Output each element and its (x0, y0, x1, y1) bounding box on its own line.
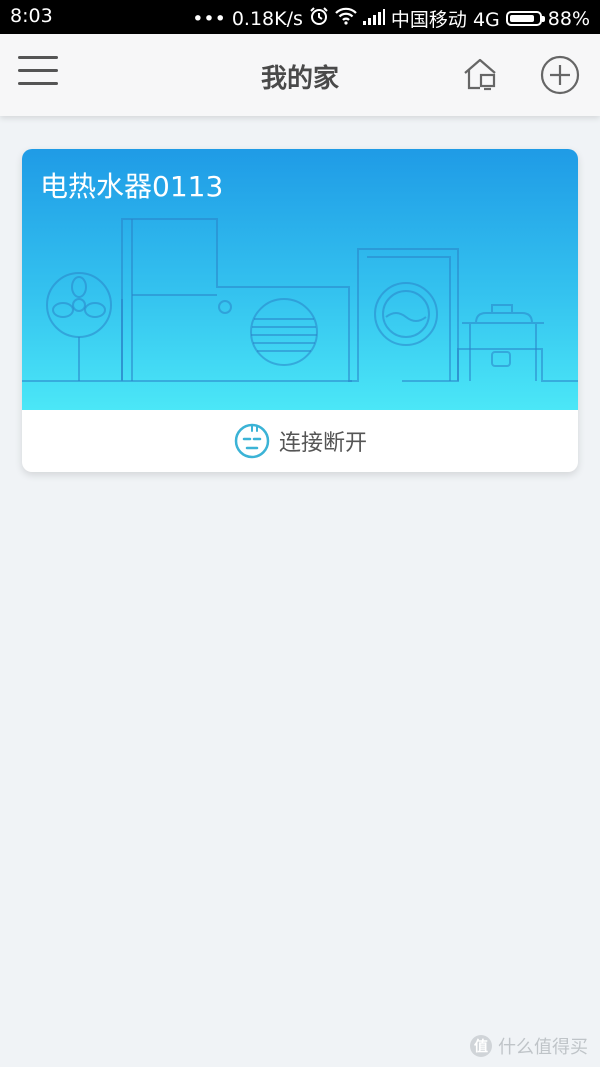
status-time: 8:03 (10, 5, 53, 27)
watermark-logo: 值 (470, 1035, 492, 1057)
device-status-row: 连接断开 (22, 410, 578, 472)
battery-percent: 88% (547, 7, 590, 30)
battery-icon (505, 11, 545, 26)
home-icon (464, 58, 496, 91)
carrier-label: 中国移动 4G (390, 9, 500, 31)
watermark-text: 什么值得买 (498, 1037, 588, 1058)
device-name: 电热水器0113 (40, 170, 224, 203)
appliance-illustration (22, 218, 578, 382)
device-status-text: 连接断开 (278, 431, 367, 456)
home-button[interactable] (460, 54, 500, 94)
alarm-icon (309, 6, 329, 31)
disconnected-face-icon (234, 423, 270, 459)
network-speed: 0.18K/s (231, 7, 303, 30)
more-dots-icon: ••• (192, 7, 226, 30)
device-card-banner: 电热水器0113 (22, 149, 578, 410)
add-device-button[interactable] (539, 54, 581, 96)
wifi-icon (335, 7, 357, 30)
status-bar: 8:03 ••• 0.18K/s 中国移动 4G 88% (0, 0, 600, 34)
device-card[interactable]: 电热水器0113 连接断开 (22, 149, 578, 472)
status-right: ••• 0.18K/s 中国移动 4G 88% (192, 5, 590, 32)
page-title: 我的家 (260, 64, 339, 94)
signal-icon (362, 8, 385, 30)
watermark: 值 什么值得买 (470, 1033, 588, 1059)
plus-circle-icon (540, 55, 580, 95)
battery-level-fill (509, 15, 534, 22)
app-header: 我的家 (0, 34, 600, 116)
